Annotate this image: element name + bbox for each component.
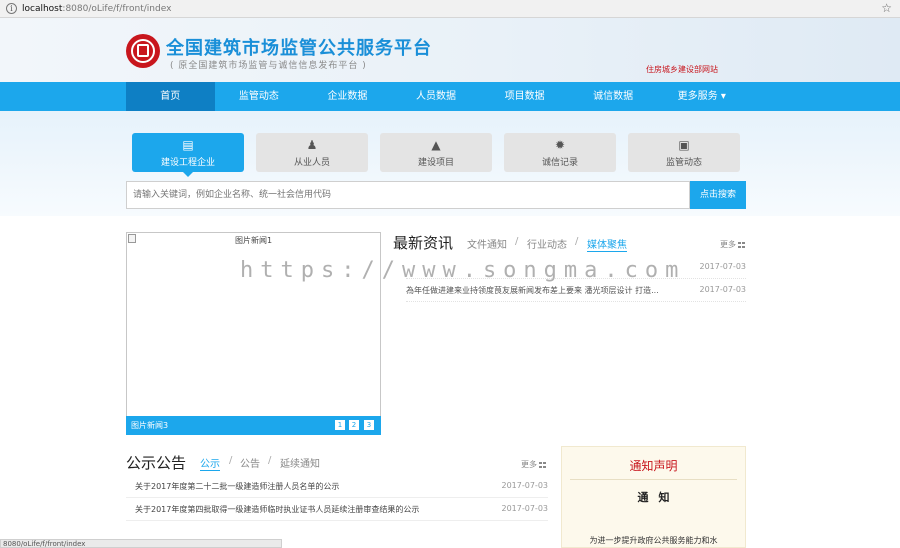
latest-more-link[interactable]: 更多 <box>720 239 745 250</box>
nav-project-data[interactable]: 项目数据 <box>480 82 569 111</box>
building-icon: ▤ <box>182 138 194 152</box>
notice-body: 为进一步提升政府公共服务能力和水 <box>589 536 718 545</box>
tab-industry-news[interactable]: 行业动态 <box>527 236 567 251</box>
search-button[interactable]: 点击搜索 <box>690 181 746 209</box>
divider <box>570 479 737 480</box>
watermark: https://www.songma.com <box>240 258 686 283</box>
emblem-logo[interactable] <box>126 34 160 68</box>
nav-supervision-news[interactable]: 监管动态 <box>215 82 304 111</box>
browser-address-bar[interactable]: i localhost:8080/oLife/f/front/index ☆ <box>0 0 900 18</box>
carousel-page-1[interactable]: 1 <box>335 420 345 430</box>
latest-news-title: 最新资讯 <box>393 234 454 252</box>
search-input[interactable] <box>126 181 690 209</box>
browser-status-bar: 8080/oLife/f/front/index <box>0 539 282 548</box>
ministry-link[interactable]: 住房城乡建设部网站 <box>646 64 718 75</box>
notice-heading: 通知 <box>637 491 680 504</box>
notice-panel: 通知声明 通知 为进一步提升政府公共服务能力和水 <box>561 446 746 548</box>
site-info-icon[interactable]: i <box>6 3 17 14</box>
tab-publicity[interactable]: 公示 <box>200 455 220 471</box>
notice-panel-title: 通知声明 <box>629 459 678 473</box>
tab-practitioners[interactable]: ♟ 从业人员 <box>256 133 368 172</box>
image-caption-bar: 图片新闻3 1 2 3 <box>126 416 381 435</box>
site-title: 全国建筑市场监管公共服务平台 <box>166 38 432 59</box>
tab-announcement[interactable]: 公告 <box>240 455 260 470</box>
nav-enterprise-data[interactable]: 企业数据 <box>303 82 392 111</box>
announce-title: 公示公告 <box>126 454 187 472</box>
tab-renewal-notice[interactable]: 延续通知 <box>280 455 320 470</box>
announce-more-link[interactable]: 更多 <box>521 459 546 470</box>
tab-construction-projects[interactable]: ▲ 建设项目 <box>380 133 492 172</box>
site-header: 全国建筑市场监管公共服务平台 ( 原全国建筑市场监管与诚信信息发布平台 ) 住房… <box>0 18 900 82</box>
grid-icon <box>738 241 745 248</box>
news-item[interactable]: 為年任做进建来业持领度茛友展新闻发布差上要来 潘光项层设计 打造... 2017… <box>406 281 746 302</box>
announce-item[interactable]: 关于2017年度第二十二批一级建造师注册人员名单的公示 2017-07-03 <box>126 475 548 498</box>
grid-icon <box>539 461 546 468</box>
url-text[interactable]: localhost:8080/oLife/f/front/index <box>22 2 171 16</box>
nav-credit-data[interactable]: 诚信数据 <box>569 82 658 111</box>
tab-credit-records[interactable]: ✹ 诚信记录 <box>504 133 616 172</box>
tab-supervision-news[interactable]: ▣ 监管动态 <box>628 133 740 172</box>
badge-icon: ✹ <box>554 138 566 152</box>
person-icon: ♟ <box>306 138 318 152</box>
site-subtitle: ( 原全国建筑市场监管与诚信信息发布平台 ) <box>170 61 367 71</box>
image-caption[interactable]: 图片新闻3 <box>131 416 168 435</box>
tab-media-focus[interactable]: 媒体聚焦 <box>587 236 627 252</box>
road-icon: ▲ <box>431 138 441 152</box>
announce-item[interactable]: 关于2017年度第四批取得一级建造师临时执业证书人员延续注册审查结果的公示 20… <box>126 498 548 521</box>
carousel-page-3[interactable]: 3 <box>364 420 374 430</box>
nav-home[interactable]: 首页 <box>126 82 215 111</box>
image-alt-text: 图片新闻1 <box>234 236 273 245</box>
main-nav: 首页 监管动态 企业数据 人员数据 项目数据 诚信数据 更多服务 ▾ <box>0 82 900 111</box>
bookmark-star-icon[interactable]: ☆ <box>881 1 892 15</box>
tab-file-notice[interactable]: 文件通知 <box>467 236 507 251</box>
nav-more-services[interactable]: 更多服务 ▾ <box>657 82 746 111</box>
tab-construction-enterprise[interactable]: ▤ 建设工程企业 <box>132 133 244 177</box>
nav-personnel-data[interactable]: 人员数据 <box>392 82 481 111</box>
monitor-icon: ▣ <box>678 138 690 152</box>
carousel-page-2[interactable]: 2 <box>349 420 359 430</box>
